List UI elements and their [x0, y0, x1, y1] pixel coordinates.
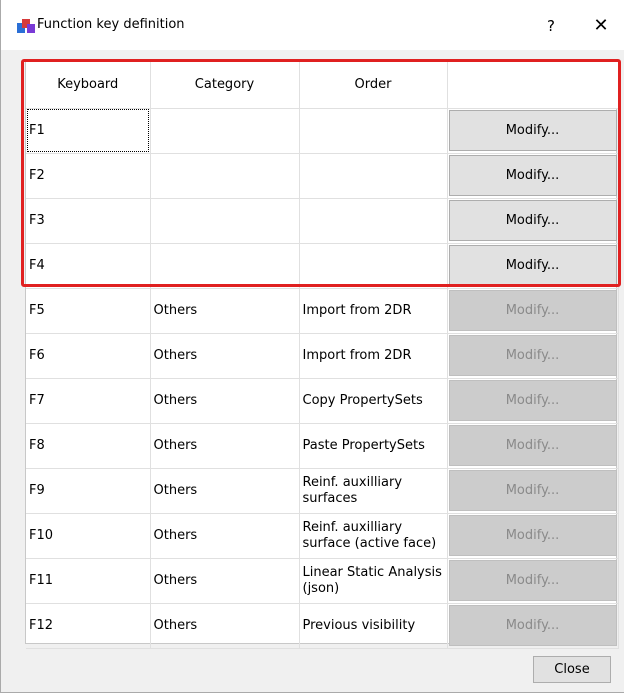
- function-key-dialog: Function key definition ? ✕ Keyboard Cat…: [0, 0, 624, 693]
- category-cell[interactable]: Others: [150, 603, 300, 649]
- modify-button[interactable]: Modify...: [448, 155, 617, 196]
- header-category[interactable]: Category: [150, 61, 300, 109]
- order-cell[interactable]: Import from 2DR: [299, 288, 448, 334]
- help-button[interactable]: ?: [537, 12, 565, 40]
- order-cell[interactable]: Reinf. auxilliary surfaces: [299, 468, 448, 514]
- table-row[interactable]: F10 Others Reinf. auxilliary surface (acti…: [26, 513, 619, 559]
- button-cell: Modify...: [447, 198, 619, 244]
- button-cell: Modify...: [447, 243, 619, 289]
- app-icon: [17, 19, 35, 33]
- order-cell[interactable]: Reinf. auxilliary surface (active face): [299, 513, 448, 559]
- order-cell[interactable]: [299, 198, 448, 244]
- key-cell[interactable]: F2: [26, 153, 151, 199]
- table-row[interactable]: F2 Modify...: [26, 153, 619, 199]
- order-cell[interactable]: Previous visibility: [299, 603, 448, 649]
- key-cell[interactable]: F11: [26, 558, 151, 604]
- category-cell[interactable]: Others: [150, 288, 300, 334]
- button-cell: Modify...: [447, 153, 619, 199]
- category-cell[interactable]: Others: [150, 468, 300, 514]
- category-cell[interactable]: Others: [150, 423, 300, 469]
- button-cell: Modify...: [447, 423, 619, 469]
- category-cell[interactable]: Others: [150, 378, 300, 424]
- key-cell[interactable]: F8: [26, 423, 151, 469]
- category-cell[interactable]: Others: [150, 558, 300, 604]
- order-cell[interactable]: Import from 2DR: [299, 333, 448, 379]
- key-cell[interactable]: F5: [26, 288, 151, 334]
- table-row[interactable]: F5 Others Import from 2DR Modify...: [26, 288, 619, 334]
- modify-button: Modify...: [448, 560, 617, 601]
- header-order[interactable]: Order: [299, 61, 448, 109]
- button-cell: Modify...: [447, 513, 619, 559]
- key-cell[interactable]: F4: [26, 243, 151, 289]
- table-row[interactable]: F8 Others Paste PropertySets Modify...: [26, 423, 619, 469]
- order-cell[interactable]: [299, 243, 448, 289]
- modify-button: Modify...: [448, 335, 617, 376]
- function-key-table: Keyboard Category Order F1 Modify... F2 Mod…: [26, 61, 619, 649]
- button-cell: Modify...: [447, 378, 619, 424]
- category-cell[interactable]: [150, 153, 300, 199]
- button-cell: Modify...: [447, 603, 619, 649]
- close-icon[interactable]: ✕: [587, 12, 615, 40]
- modify-button: Modify...: [448, 470, 617, 511]
- button-cell: Modify...: [447, 288, 619, 334]
- table-row[interactable]: F12 Others Previous visibility Modify...: [26, 603, 619, 649]
- table-row[interactable]: F1 Modify...: [26, 108, 619, 154]
- key-cell[interactable]: F9: [26, 468, 151, 514]
- modify-button[interactable]: Modify...: [448, 200, 617, 241]
- key-cell[interactable]: F3: [26, 198, 151, 244]
- header-action: [447, 61, 619, 109]
- key-cell[interactable]: F6: [26, 333, 151, 379]
- modify-button[interactable]: Modify...: [448, 110, 617, 151]
- category-cell[interactable]: [150, 243, 300, 289]
- key-cell[interactable]: F1: [26, 108, 151, 154]
- order-cell[interactable]: Paste PropertySets: [299, 423, 448, 469]
- button-cell: Modify...: [447, 108, 619, 154]
- modify-button[interactable]: Modify...: [448, 245, 617, 286]
- table-row[interactable]: F11 Others Linear Static Analysis (json) Mo…: [26, 558, 619, 604]
- window-title: Function key definition: [37, 17, 185, 32]
- table-row[interactable]: F4 Modify...: [26, 243, 619, 289]
- modify-button: Modify...: [448, 380, 617, 421]
- header-keyboard[interactable]: Keyboard: [26, 61, 151, 109]
- function-key-grid: Keyboard Category Order F1 Modify... F2 Mod…: [25, 60, 619, 649]
- close-button[interactable]: Close: [533, 656, 611, 683]
- order-cell[interactable]: Linear Static Analysis (json): [299, 558, 448, 604]
- category-cell[interactable]: Others: [150, 513, 300, 559]
- key-cell[interactable]: F7: [26, 378, 151, 424]
- modify-button: Modify...: [448, 515, 617, 556]
- button-cell: Modify...: [447, 468, 619, 514]
- table-row[interactable]: F9 Others Reinf. auxilliary surfaces Modify…: [26, 468, 619, 514]
- title-bar: Function key definition ? ✕: [1, 0, 624, 50]
- button-cell: Modify...: [447, 333, 619, 379]
- category-cell[interactable]: Others: [150, 333, 300, 379]
- table-row[interactable]: F6 Others Import from 2DR Modify...: [26, 333, 619, 379]
- order-cell[interactable]: [299, 108, 448, 154]
- modify-button: Modify...: [448, 605, 617, 646]
- button-cell: Modify...: [447, 558, 619, 604]
- key-cell[interactable]: F10: [26, 513, 151, 559]
- table-row[interactable]: F3 Modify...: [26, 198, 619, 244]
- order-cell[interactable]: [299, 153, 448, 199]
- category-cell[interactable]: [150, 198, 300, 244]
- order-cell[interactable]: Copy PropertySets: [299, 378, 448, 424]
- header-row: Keyboard Category Order: [26, 61, 619, 109]
- key-cell[interactable]: F12: [26, 603, 151, 649]
- modify-button: Modify...: [448, 290, 617, 331]
- category-cell[interactable]: [150, 108, 300, 154]
- modify-button: Modify...: [448, 425, 617, 466]
- table-row[interactable]: F7 Others Copy PropertySets Modify...: [26, 378, 619, 424]
